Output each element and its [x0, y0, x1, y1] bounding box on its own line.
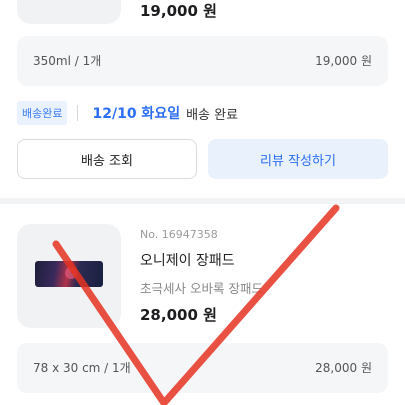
- bottom-option-box: 78 x 30 cm / 1개 28,000 원: [17, 343, 388, 393]
- product-thumbnail[interactable]: [17, 224, 121, 328]
- track-shipment-button[interactable]: 배송 조회: [17, 139, 197, 179]
- option-text: 350ml / 1개: [33, 54, 102, 68]
- order-number: No. 16947358: [140, 228, 218, 241]
- product-description: 초극세사 오바록 장패드: [140, 281, 263, 296]
- product-price: 28,000 원: [140, 306, 217, 324]
- option-text: 78 x 30 cm / 1개: [33, 361, 131, 375]
- top-product-price: 19,000 원: [140, 2, 217, 20]
- product-name[interactable]: 오니제이 장패드: [140, 250, 235, 270]
- section-divider: [0, 198, 405, 204]
- write-review-button[interactable]: 리뷰 작성하기: [208, 139, 388, 179]
- option-amount: 28,000 원: [315, 361, 372, 375]
- delivery-date: 12/10 화요일: [92, 106, 181, 122]
- shipping-status-row: 배송완료 12/10 화요일 배송 완료: [17, 101, 238, 125]
- separator: [77, 105, 79, 121]
- option-amount: 19,000 원: [315, 54, 372, 68]
- mousepad-image: [35, 261, 103, 287]
- top-product-thumbnail[interactable]: [17, 0, 121, 24]
- delivered-badge: 배송완료: [17, 101, 68, 125]
- delivery-status: 배송 완료: [186, 107, 239, 123]
- top-option-box: 350ml / 1개 19,000 원: [17, 36, 388, 86]
